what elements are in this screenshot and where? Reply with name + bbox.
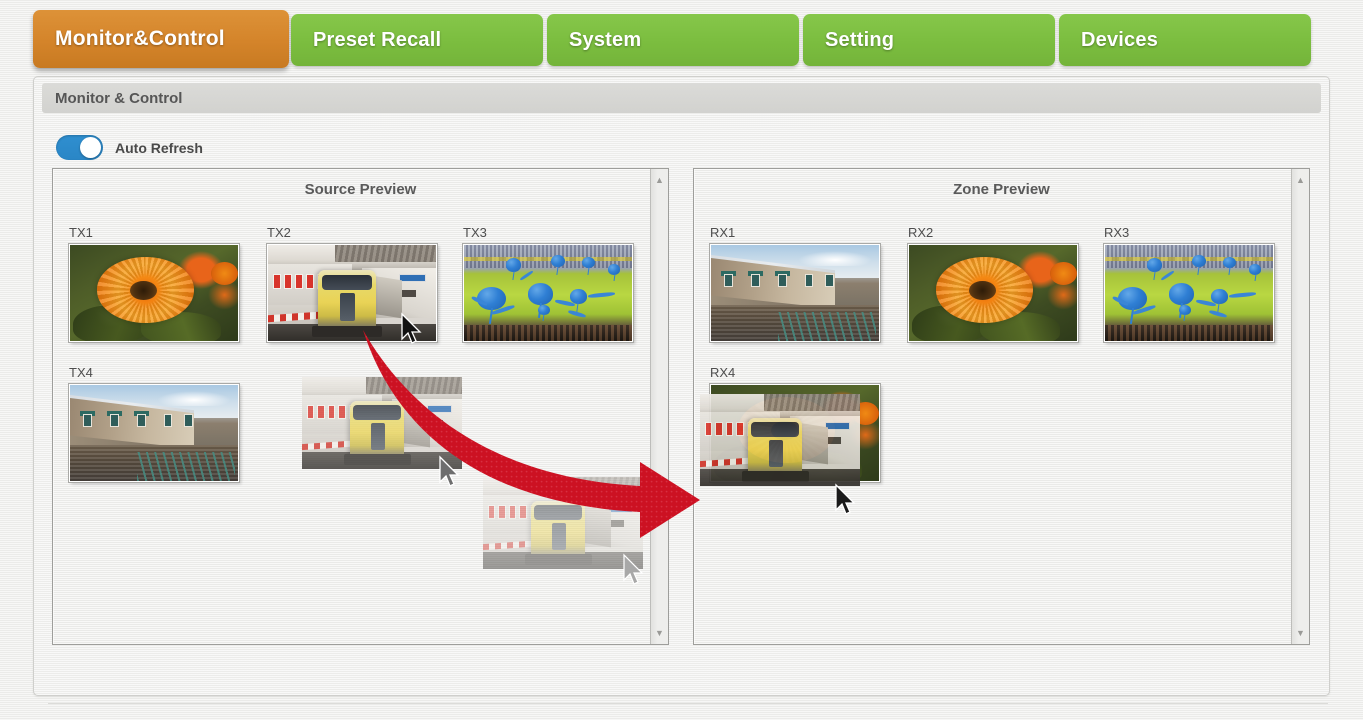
toggle-knob: [80, 137, 101, 158]
app-root: Monitor&Control Preset Recall System Set…: [0, 0, 1363, 720]
scroll-up-icon[interactable]: ▲: [651, 172, 668, 188]
zone-preview-title: Zone Preview: [953, 181, 1050, 198]
auto-refresh-row: Auto Refresh: [56, 135, 203, 160]
main-tab-bar: Monitor&Control Preset Recall System Set…: [0, 0, 1363, 68]
source-thumb-tx4[interactable]: TX4: [68, 365, 240, 483]
zone-thumb-rx3[interactable]: RX3: [1103, 225, 1275, 343]
auto-refresh-toggle[interactable]: [56, 135, 103, 160]
tab-label: Devices: [1081, 28, 1159, 51]
tab-label: Monitor&Control: [55, 27, 225, 50]
zone-thumb-image-rx2[interactable]: [907, 243, 1079, 343]
source-thumb-image-tx1[interactable]: [68, 243, 240, 343]
source-thumb-label: TX3: [463, 225, 487, 240]
zone-thumb-label: RX4: [710, 365, 736, 380]
canal-image: [711, 245, 879, 341]
zone-thumb-label: RX1: [710, 225, 736, 240]
card-header: Monitor & Control: [42, 83, 1321, 113]
stadium-image: [464, 245, 632, 341]
source-thumb-tx3[interactable]: TX3: [462, 225, 634, 343]
zone-preview-panel: Zone Preview RX1 RX2 RX3 RX4 ▲ ▼: [693, 168, 1310, 645]
tab-monitor-control[interactable]: Monitor&Control: [33, 10, 289, 68]
tab-label: System: [569, 28, 642, 51]
zone-thumb-label: RX2: [908, 225, 934, 240]
zone-panel-scrollbar[interactable]: ▲ ▼: [1291, 169, 1309, 644]
source-thumb-label: TX4: [69, 365, 93, 380]
source-thumb-tx2[interactable]: TX2: [266, 225, 438, 343]
source-panel-scrollbar[interactable]: ▲ ▼: [650, 169, 668, 644]
zone-thumb-rx1[interactable]: RX1: [709, 225, 881, 343]
zone-thumb-image-rx4[interactable]: [709, 383, 881, 483]
source-thumb-tx1[interactable]: TX1: [68, 225, 240, 343]
scroll-down-icon[interactable]: ▼: [1292, 625, 1309, 641]
canal-image: [70, 385, 238, 481]
monitor-control-card: Monitor & Control Auto Refresh Source Pr…: [33, 76, 1330, 696]
zone-thumb-rx4[interactable]: RX4: [709, 365, 881, 483]
tab-preset-recall[interactable]: Preset Recall: [291, 14, 543, 66]
source-thumbnail-grid: TX1 TX2 TX3 TX4: [53, 213, 650, 644]
flower-image: [909, 245, 1077, 341]
source-thumb-image-tx4[interactable]: [68, 383, 240, 483]
flower-image: [70, 245, 238, 341]
tab-system[interactable]: System: [547, 14, 799, 66]
stadium-image: [1105, 245, 1273, 341]
scroll-up-icon[interactable]: ▲: [1292, 172, 1309, 188]
zone-thumb-rx2[interactable]: RX2: [907, 225, 1079, 343]
tab-devices[interactable]: Devices: [1059, 14, 1311, 66]
scroll-down-icon[interactable]: ▼: [651, 625, 668, 641]
source-preview-title: Source Preview: [304, 181, 417, 198]
source-thumb-image-tx3[interactable]: [462, 243, 634, 343]
auto-refresh-label: Auto Refresh: [115, 139, 203, 156]
source-preview-panel: Source Preview TX1 TX2 TX3 TX4 ▲ ▼: [52, 168, 669, 645]
zone-thumb-label: RX3: [1104, 225, 1130, 240]
train-image: [268, 245, 436, 341]
zone-thumbnail-grid: RX1 RX2 RX3 RX4: [694, 213, 1291, 644]
tab-setting[interactable]: Setting: [803, 14, 1055, 66]
zone-thumb-image-rx3[interactable]: [1103, 243, 1275, 343]
source-thumb-label: TX2: [267, 225, 291, 240]
source-thumb-label: TX1: [69, 225, 93, 240]
tab-label: Setting: [825, 28, 895, 51]
tab-label: Preset Recall: [313, 28, 442, 51]
source-thumb-image-tx2[interactable]: [266, 243, 438, 343]
flower-image: [711, 385, 879, 481]
page-title: Monitor & Control: [55, 89, 183, 107]
bottom-divider: [48, 703, 1328, 704]
zone-thumb-image-rx1[interactable]: [709, 243, 881, 343]
